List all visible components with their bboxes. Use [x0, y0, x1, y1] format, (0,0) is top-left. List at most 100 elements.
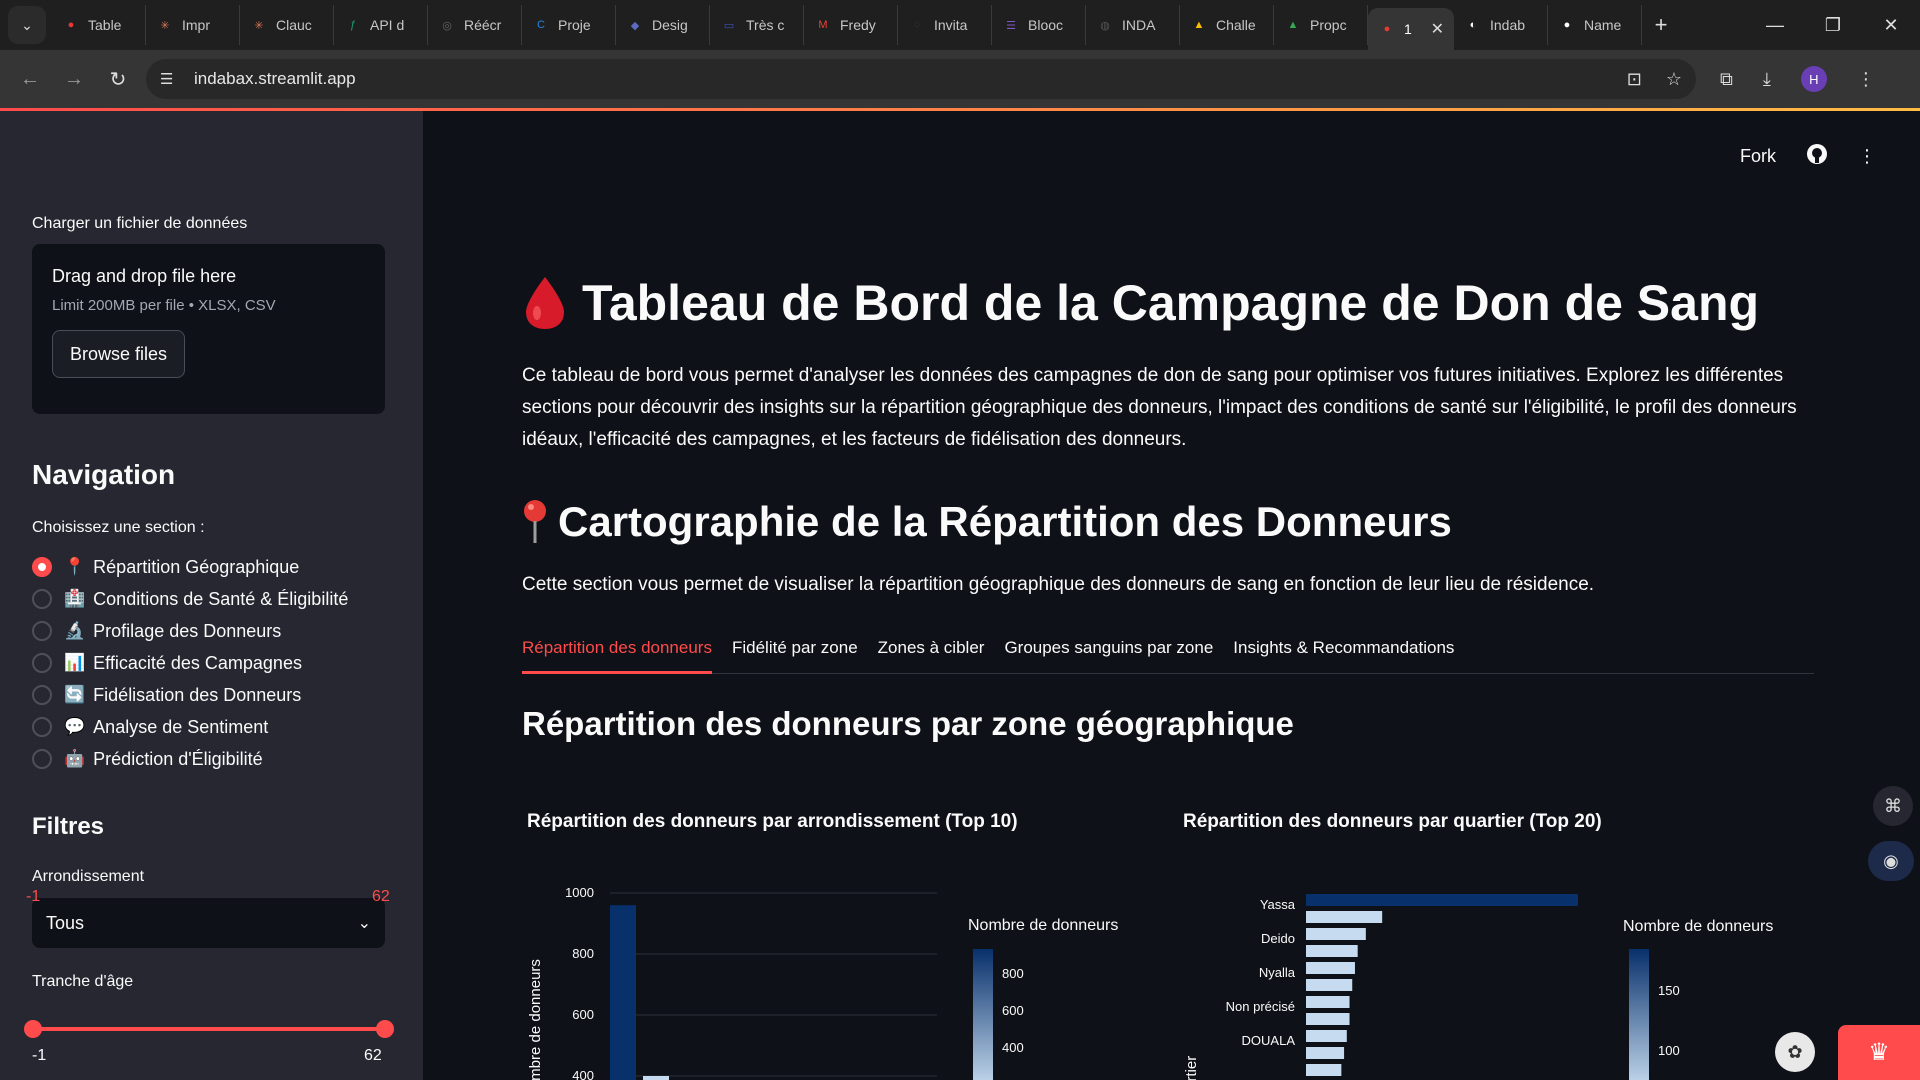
bar[interactable] — [610, 905, 636, 1080]
minimize-button[interactable]: — — [1746, 15, 1804, 36]
page-title-text: Tableau de Bord de la Campagne de Don de… — [582, 275, 1760, 331]
arrondissement-label: Arrondissement — [32, 868, 145, 885]
arrondissement-select[interactable]: Tous ⌄ — [32, 898, 385, 948]
browser-tab[interactable]: ○ Invita — [898, 5, 992, 45]
file-uploader[interactable]: Drag and drop file here Limit 200MB per … — [32, 244, 385, 414]
chart-1-arrondissement[interactable]: 400 600 800 1000 Nombre de donneurs Nombre de… — [510, 860, 1130, 1080]
bar[interactable] — [1306, 996, 1350, 1008]
github-icon: ● — [1563, 19, 1571, 31]
radio-button[interactable] — [32, 589, 52, 609]
browser-tab-active[interactable]: ● 1 ✕ — [1368, 8, 1454, 50]
bookmark-star-icon[interactable]: ☆ — [1666, 69, 1682, 90]
radio-button[interactable] — [32, 621, 52, 641]
radio-button[interactable] — [32, 717, 52, 737]
section-tab[interactable]: Fidélité par zone — [732, 636, 858, 674]
bar[interactable] — [1306, 928, 1366, 940]
nav-radio-label: Profilage des Donneurs — [93, 620, 282, 641]
browser-menu-icon[interactable]: ⋮ — [1857, 69, 1875, 90]
browser-tab[interactable]: ƒ API d — [334, 5, 428, 45]
radio-button[interactable] — [32, 653, 52, 673]
profile-avatar[interactable]: H — [1800, 66, 1827, 92]
bar[interactable] — [1306, 1064, 1342, 1076]
bar[interactable] — [1306, 962, 1355, 974]
tab-search-button[interactable]: ⌄ — [8, 6, 46, 44]
bar[interactable] — [643, 1076, 669, 1080]
extensions-icon[interactable]: ⧉ — [1720, 69, 1733, 90]
downloads-icon[interactable]: ⤓ — [1763, 69, 1771, 90]
restore-button[interactable]: ❐ — [1804, 15, 1862, 36]
nav-radio-item[interactable]: 📍 Répartition Géographique — [32, 551, 348, 583]
assistant-bot-icon[interactable]: ◉ — [1868, 841, 1914, 881]
age-min-bound: -1 — [32, 1047, 47, 1064]
browser-tab[interactable]: ▭ Très c — [710, 5, 804, 45]
subheading: Répartition des donneurs par zone géogra… — [522, 705, 1294, 742]
browser-tab[interactable]: ◍ INDA — [1086, 5, 1180, 45]
browser-tab[interactable]: ✳ Impr — [146, 5, 240, 45]
manage-app-icon[interactable]: ✿ — [1775, 1032, 1815, 1072]
nav-radio-item[interactable]: 🏥 Conditions de Santé & Éligibilité — [32, 583, 348, 615]
github-icon[interactable] — [1806, 143, 1828, 170]
claude-icon: ✳ — [160, 19, 170, 32]
bar[interactable] — [1306, 1013, 1350, 1025]
close-tab-icon[interactable]: ✕ — [1431, 19, 1444, 39]
nav-radio-item[interactable]: 📊 Efficacité des Campagnes — [32, 647, 348, 679]
bar[interactable] — [1306, 945, 1358, 957]
browser-tab-label: API d — [370, 17, 405, 33]
age-slider-max-handle[interactable] — [376, 1020, 394, 1038]
browser-tab[interactable]: ● Name — [1548, 5, 1642, 45]
browser-tab-label: Invita — [934, 17, 968, 33]
browser-tab[interactable]: ▲ Challe — [1180, 5, 1274, 45]
browser-tab[interactable]: ✳ Clauc — [240, 5, 334, 45]
age-slider-min-handle[interactable] — [24, 1020, 42, 1038]
nav-radio-item[interactable]: 💬 Analyse de Sentiment — [32, 711, 348, 743]
bar[interactable] — [1306, 1030, 1347, 1042]
browser-tab[interactable]: ◐ Indab — [1454, 5, 1548, 45]
browser-tab[interactable]: ● Table — [52, 5, 146, 45]
y-tick-label: 1000 — [565, 885, 594, 900]
radio-button[interactable] — [32, 749, 52, 769]
app-icon: ◐ — [1469, 19, 1477, 31]
nav-radio-item[interactable]: 🔬 Profilage des Donneurs — [32, 615, 348, 647]
browser-tab[interactable]: ▲ Propc — [1274, 5, 1368, 45]
forward-button[interactable]: → — [52, 68, 96, 91]
drive-icon: ▲ — [1287, 19, 1299, 31]
radio-button[interactable] — [32, 557, 52, 577]
nav-radio-item[interactable]: 🔄 Fidélisation des Donneurs — [32, 679, 348, 711]
floating-apps-icon[interactable]: ⌘ — [1873, 786, 1913, 826]
reload-button[interactable]: ↻ — [96, 67, 140, 92]
bar[interactable] — [1306, 911, 1383, 923]
url-field[interactable]: ☰ indabax.streamlit.app ⊡ ☆ — [146, 59, 1696, 99]
colorbar-tick-label: 100 — [1658, 1043, 1680, 1058]
pushpin-icon — [524, 500, 546, 543]
fork-button[interactable]: Fork — [1740, 146, 1776, 167]
close-window-button[interactable]: ✕ — [1862, 15, 1920, 36]
new-tab-button[interactable]: + — [1642, 12, 1680, 38]
age-slider-track[interactable] — [32, 1027, 385, 1031]
address-bar: ← → ↻ ☰ indabax.streamlit.app ⊡ ☆ ⧉ ⤓ H … — [0, 50, 1920, 108]
browser-tab[interactable]: ◎ Réécr — [428, 5, 522, 45]
site-info-icon[interactable]: ☰ — [160, 70, 182, 88]
back-button[interactable]: ← — [8, 68, 52, 91]
section-tab[interactable]: Répartition des donneurs — [522, 636, 712, 674]
browser-tab[interactable]: C Proje — [522, 5, 616, 45]
section-tab[interactable]: Insights & Recommandations — [1233, 636, 1454, 674]
section-tab[interactable]: Zones à cibler — [878, 636, 985, 674]
browser-tab[interactable]: ☰ Blooc — [992, 5, 1086, 45]
chart-2-quartier[interactable]: Yassa Deido Nyalla Non précisé DOUALA Quartie… — [1170, 860, 1810, 1080]
browse-files-button[interactable]: Browse files — [52, 330, 185, 378]
browser-tab[interactable]: M Fredy — [804, 5, 898, 45]
main-menu-icon[interactable]: ⋮ — [1858, 146, 1876, 167]
nav-emoji-icon: 🤖 — [64, 749, 86, 768]
nav-radio-label: Prédiction d'Éligibilité — [93, 748, 263, 769]
bar[interactable] — [1306, 979, 1353, 991]
install-app-icon[interactable]: ⊡ — [1627, 69, 1642, 90]
radio-button[interactable] — [32, 685, 52, 705]
nav-emoji-icon: 🔬 — [64, 621, 86, 640]
section-tab[interactable]: Groupes sanguins par zone — [1004, 636, 1213, 674]
nav-radio-item[interactable]: 🤖 Prédiction d'Éligibilité — [32, 743, 348, 775]
bar[interactable] — [1306, 1047, 1345, 1059]
nav-prompt: Choisissez une section : — [32, 519, 205, 536]
browser-tab[interactable]: ◆ Desig — [616, 5, 710, 45]
streamlit-crown-icon[interactable]: ♛ — [1838, 1025, 1920, 1080]
bar[interactable] — [1306, 894, 1578, 906]
